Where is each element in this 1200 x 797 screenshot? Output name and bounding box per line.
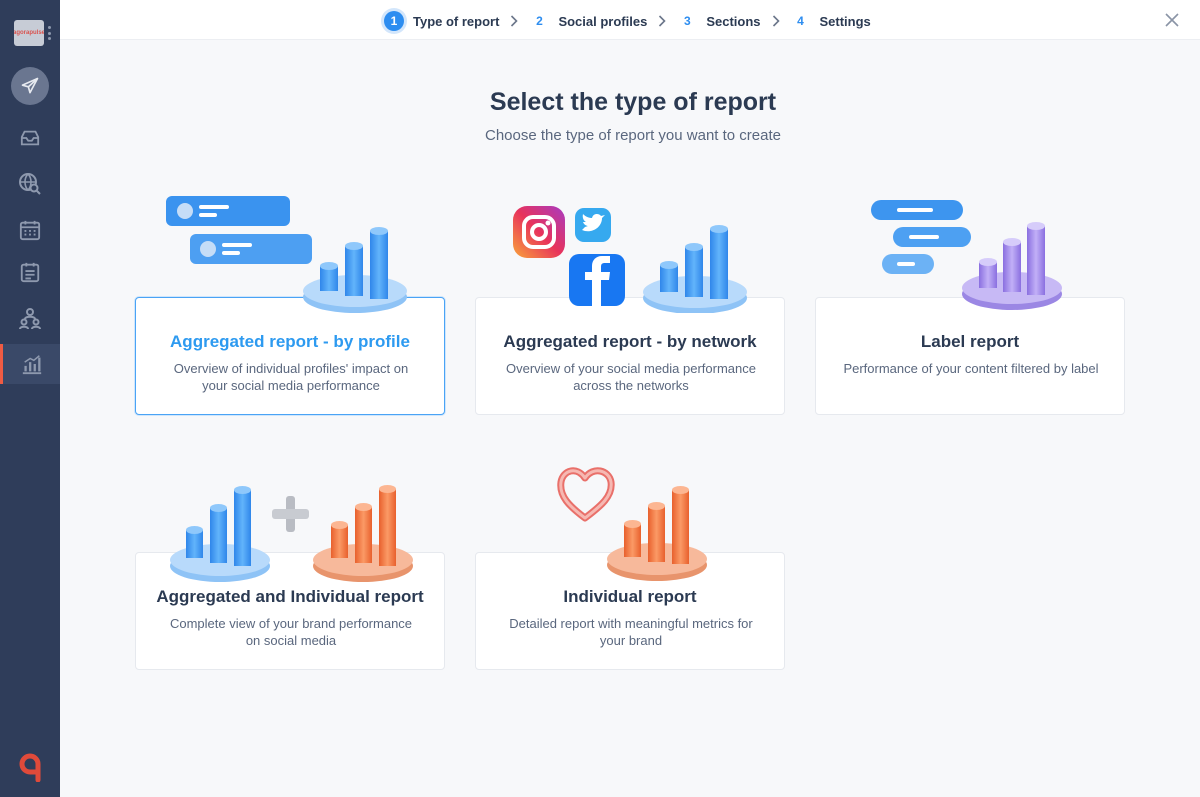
globe-search-icon [19,173,41,195]
card-title: Aggregated report - by network [503,332,757,351]
card-title: Individual report [563,587,697,606]
paper-plane-icon [21,77,39,94]
chevron-right-icon [511,15,519,27]
network-chart-illustration [513,206,747,313]
step-number: 2 [536,14,543,28]
heart-icon [557,467,615,522]
bar-chart-icon [22,355,41,375]
step-sections[interactable]: 3 Sections [677,11,761,31]
instagram-icon [513,206,565,258]
card-title: Label report [920,332,1020,351]
sidebar-item-publishing[interactable] [0,252,60,292]
wizard-header: 1 Type of report 2 Social profiles 3 Sec… [60,0,1200,40]
plus-icon [272,496,309,532]
calendar-icon [19,220,41,241]
team-icon [19,308,41,330]
chevron-right-icon [659,15,666,27]
step-number: 4 [797,14,804,28]
sidebar-item-inbox[interactable] [0,118,60,158]
label-chart-illustration [871,200,1062,310]
step-label: Settings [819,13,871,29]
step-label: Sections [706,13,761,29]
card-description: Overview of individual profiles' impact … [173,361,409,393]
sidebar-item-calendar[interactable] [0,210,60,250]
card-description: Complete view of your brand performance … [169,616,413,648]
report-card-by-network[interactable]: Aggregated report - by network Overview … [475,297,785,415]
wizard-stepper: 1 Type of report 2 Social profiles 3 Sec… [384,10,871,32]
report-card-label[interactable]: Label report Performance of your content… [815,297,1125,415]
individual-chart-illustration [557,467,707,581]
sidebar-item-team[interactable] [0,298,60,338]
aggregated-individual-illustration [170,485,413,582]
card-title: Aggregated report - by profile [170,332,410,351]
step-type-of-report[interactable]: 1 Type of report [384,11,499,31]
sidebar-item-listening[interactable] [0,164,60,204]
page-title: Select the type of report [489,88,777,116]
close-icon[interactable] [1164,12,1180,28]
card-description: Overview of your social media performanc… [506,361,756,393]
profile-chart-illustration [166,196,407,313]
step-number: 1 [384,11,404,31]
page-subtitle: Choose the type of report you want to cr… [484,127,781,144]
more-options-icon[interactable] [48,26,51,40]
step-settings[interactable]: 4 Settings [791,11,871,31]
clipboard-list-icon [20,262,40,283]
card-description: Performance of your content filtered by … [843,361,1099,376]
facebook-icon [569,254,625,306]
chevron-right-icon [772,15,780,27]
app-logo[interactable]: agorapulse [14,20,44,46]
twitter-icon [575,208,611,242]
compose-button[interactable] [11,67,49,105]
sidebar-item-reports[interactable] [0,344,60,384]
inbox-icon [20,130,40,146]
step-label: Type of report [413,13,500,29]
step-label: Social profiles [558,13,648,29]
report-card-by-profile[interactable]: Aggregated report - by profile Overview … [135,297,445,415]
card-title: Aggregated and Individual report [156,587,424,606]
agorapulse-brand-icon [19,753,41,782]
step-social-profiles[interactable]: 2 Social profiles [529,11,647,31]
sidebar: agorapulse [0,0,60,797]
card-description: Detailed report with meaningful metrics … [509,616,753,648]
step-number: 3 [683,14,691,28]
